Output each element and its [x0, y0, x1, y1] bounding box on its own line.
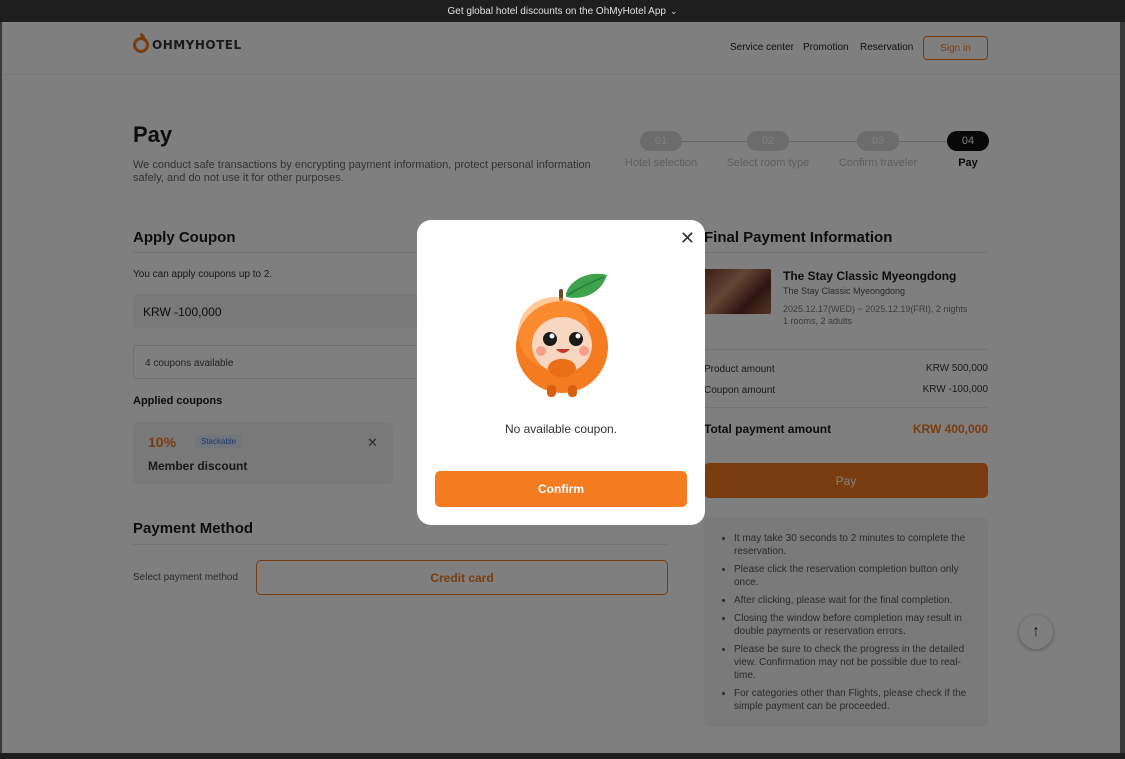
close-icon[interactable]: ✕ — [680, 229, 695, 247]
app-promo-banner[interactable]: Get global hotel discounts on the OhMyHo… — [0, 0, 1125, 22]
no-coupon-modal: ✕ No available coupon. Confirm — [417, 220, 705, 525]
chevron-down-icon[interactable]: ⌄ — [670, 6, 678, 17]
app-promo-text: Get global hotel discounts on the OhMyHo… — [447, 5, 666, 17]
confirm-button[interactable]: Confirm — [435, 471, 687, 507]
window-bottom-edge — [0, 753, 1125, 759]
modal-message: No available coupon. — [504, 422, 618, 436]
page: OHMYHOTEL Service center Promotion Reser… — [2, 22, 1120, 753]
orange-mascot-icon — [516, 273, 608, 397]
